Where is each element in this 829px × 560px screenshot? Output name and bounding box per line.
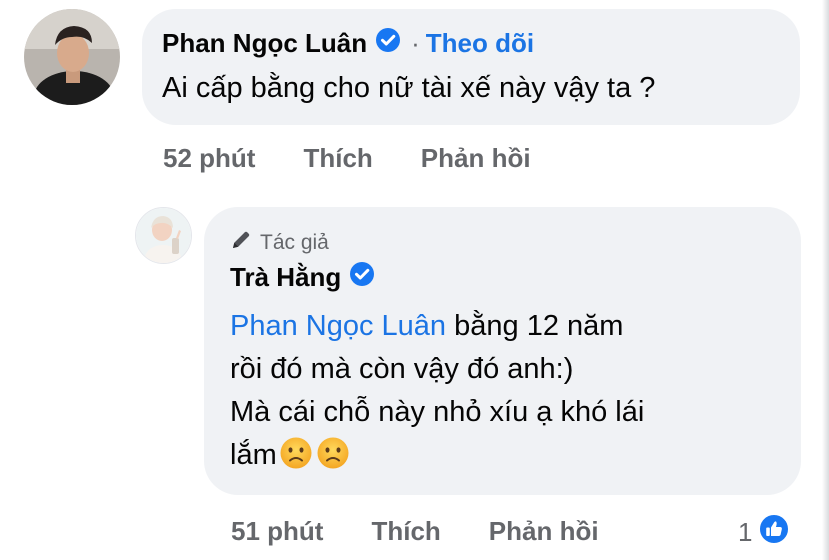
comment-timestamp[interactable]: 52 phút xyxy=(163,143,255,174)
like-icon xyxy=(758,513,791,552)
like-button[interactable]: Thích xyxy=(303,143,372,174)
avatar[interactable] xyxy=(24,9,120,105)
separator-dot: · xyxy=(411,28,420,58)
reply-text-line: Phan Ngọc Luân bằng 12 năm xyxy=(230,305,644,348)
reply-text-segment: bằng 12 năm xyxy=(446,310,624,342)
pencil-icon xyxy=(230,229,252,257)
comment-author-name[interactable]: Phan Ngọc Luân xyxy=(162,28,367,59)
avatar[interactable] xyxy=(135,207,192,264)
scrollbar-edge xyxy=(822,0,829,560)
frowning-face-emoji-icon xyxy=(279,436,313,483)
comment-bubble: Phan Ngọc Luân · Theo dõi Ai cấp bằng ch… xyxy=(142,9,800,125)
reply-timestamp[interactable]: 51 phút xyxy=(231,516,323,547)
mention-link[interactable]: Phan Ngọc Luân xyxy=(230,310,446,342)
reply-text-line: Mà cái chỗ này nhỏ xíu ạ khó lái xyxy=(230,396,645,428)
reply-button[interactable]: Phản hồi xyxy=(421,143,531,174)
reply-text-line: lắm xyxy=(230,434,644,483)
reply-actions: 51 phút Thích Phản hồi xyxy=(231,516,599,547)
author-badge-label: Tác giả xyxy=(260,231,329,254)
verified-badge-icon xyxy=(349,261,375,294)
reply-bubble: Tác giả Trà Hằng Phan Ngọc Luân bằng 12 … xyxy=(204,207,801,495)
reply-text-line: rồi đó mà còn vậy đó anh:) xyxy=(230,353,574,385)
comment-actions: 52 phút Thích Phản hồi xyxy=(163,143,531,174)
frowning-face-emoji-icon xyxy=(316,436,350,483)
like-button[interactable]: Thích xyxy=(371,516,440,547)
comment-header: Phan Ngọc Luân · Theo dõi xyxy=(162,27,534,60)
reaction-summary[interactable]: 1 xyxy=(738,513,791,552)
reply-author-name[interactable]: Trà Hằng xyxy=(230,262,341,293)
follow-button[interactable]: Theo dõi xyxy=(426,28,534,59)
reaction-count: 1 xyxy=(738,517,753,547)
comment-text: Ai cấp bằng cho nữ tài xế này vậy ta ? xyxy=(162,72,656,104)
reply-text: Phan Ngọc Luân bằng 12 năm rồi đó mà còn… xyxy=(230,305,644,483)
verified-badge-icon xyxy=(375,27,401,60)
reply-text-segment: lắm xyxy=(230,439,277,471)
reply-header: Trà Hằng xyxy=(230,261,375,294)
author-badge: Tác giả xyxy=(230,229,329,257)
reply-button[interactable]: Phản hồi xyxy=(489,516,599,547)
